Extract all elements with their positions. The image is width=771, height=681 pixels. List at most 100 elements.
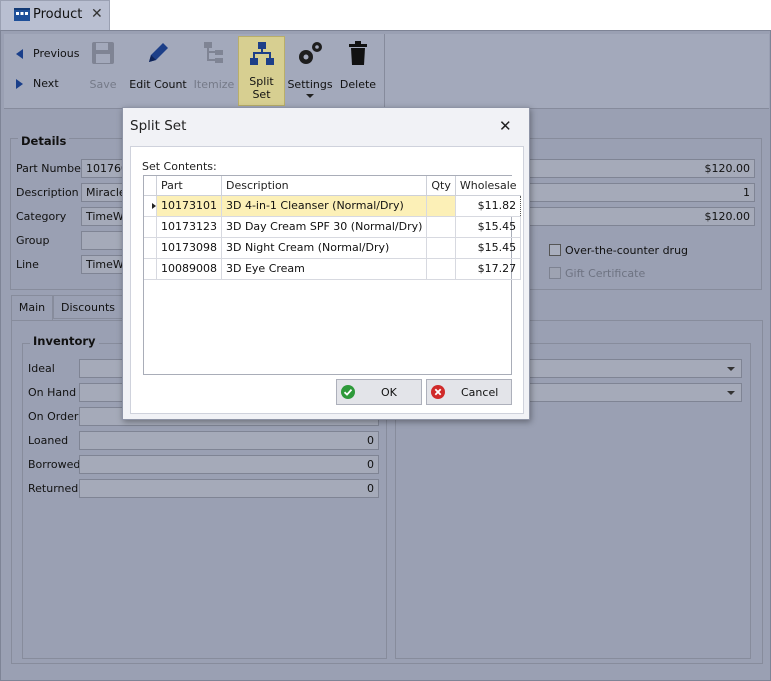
otc-drug-checkbox[interactable] [549,244,561,256]
gift-certificate-checkbox[interactable] [549,267,561,279]
split-label-line2: Set [252,88,271,101]
category-label: Category [16,210,67,223]
check-circle-icon [341,385,355,399]
table-row[interactable]: 10089008 3D Eye Cream $17.27 [144,257,522,280]
product-icon [14,8,30,22]
inventory-borrowed-field[interactable]: 0 [79,455,379,474]
dropdown-arrow-icon [306,94,314,98]
cell-description[interactable]: 3D Night Cream (Normal/Dry) [220,236,428,259]
row-indicator [144,257,157,280]
ribbon-toolbar: Previous Next Save Edit Count Itemize Sp… [4,34,769,109]
cell-description[interactable]: 3D Eye Cream [220,257,428,280]
cell-wholesale[interactable]: $15.45 [454,215,522,238]
column-qty[interactable]: Qty [426,176,456,196]
document-tab-strip [0,0,771,30]
itemize-button[interactable]: Itemize [193,40,235,100]
cell-part[interactable]: 10173123 [156,215,222,238]
cell-qty[interactable] [426,215,456,238]
delete-label: Delete [339,78,377,91]
ribbon-divider [384,34,385,109]
row-indicator [144,194,157,217]
itemize-icon [204,42,223,63]
group-label: Group [16,234,50,247]
edit-count-label: Edit Count [129,78,187,91]
table-row[interactable]: 10173101 3D 4-in-1 Cleanser (Normal/Dry)… [144,194,522,217]
split-set-dialog: Split Set ✕ Set Contents: Part Descripti… [122,107,530,420]
split-label-line1: Split [249,75,274,88]
row-indicator-header [144,176,157,196]
line-label: Line [16,258,39,271]
right-dropdown-1[interactable] [521,359,742,378]
previous-label: Previous [33,47,80,60]
details-title: Details [18,134,70,148]
gift-certificate-label: Gift Certificate [565,267,646,280]
arrow-left-icon [16,49,23,59]
cell-qty[interactable] [426,257,456,280]
edit-count-button[interactable]: Edit Count [128,40,188,100]
cell-description[interactable]: 3D Day Cream SPF 30 (Normal/Dry) [220,215,428,238]
cell-qty[interactable] [426,194,456,217]
total-field[interactable]: $120.00 [521,207,755,226]
itemize-label: Itemize [193,78,235,91]
cell-wholesale[interactable]: $11.82 [454,194,522,217]
ok-button[interactable]: OK [336,379,422,405]
tab-label: Product [33,7,83,22]
split-set-button[interactable]: Split Set [238,36,285,106]
quantity-field[interactable]: 1 [521,183,755,202]
table-row[interactable]: 10173098 3D Night Cream (Normal/Dry) $15… [144,236,522,259]
delete-button[interactable]: Delete [337,40,379,100]
close-icon[interactable]: ✕ [91,6,103,22]
arrow-right-icon [16,79,23,89]
cell-wholesale[interactable]: $17.27 [454,257,522,280]
column-description[interactable]: Description [220,176,428,196]
inventory-loaned-field[interactable]: 0 [79,431,379,450]
tab-product[interactable]: Product ✕ [0,0,110,30]
dialog-title: Split Set [130,118,187,134]
next-label: Next [33,77,59,90]
column-wholesale[interactable]: Wholesale [454,176,521,196]
tab-discounts[interactable]: Discounts [53,295,123,319]
inventory-on-hand-label: On Hand [28,386,77,399]
price-field[interactable]: $120.00 [521,159,755,178]
gears-icon [299,42,322,64]
save-button[interactable]: Save [84,40,122,100]
inventory-on-order-label: On Order [28,410,79,423]
settings-button[interactable]: Settings [286,40,334,106]
right-dropdown-2[interactable] [521,383,742,402]
cell-part[interactable]: 10173098 [156,236,222,259]
split-set-icon [249,42,274,65]
description-label: Description [16,186,79,199]
cell-wholesale[interactable]: $15.45 [454,236,522,259]
save-icon [92,42,114,64]
next-button[interactable]: Next [16,77,76,93]
dialog-body: Set Contents: Part Description Qty Whole… [130,146,524,414]
pencil-icon [149,43,168,62]
table-row[interactable]: 10173123 3D Day Cream SPF 30 (Normal/Dry… [144,215,522,238]
part-number-label: Part Number [16,162,86,175]
cell-part[interactable]: 10089008 [156,257,222,280]
set-contents-grid[interactable]: Part Description Qty Wholesale 10173101 … [143,175,522,375]
close-icon[interactable]: ✕ [499,117,512,135]
column-part[interactable]: Part [156,176,222,196]
current-row-icon [152,202,156,209]
inventory-borrowed-label: Borrowed [28,458,81,471]
cancel-label: Cancel [461,386,499,399]
row-indicator [144,236,157,259]
set-contents-label: Set Contents: [142,160,217,173]
previous-button[interactable]: Previous [16,47,86,63]
inventory-loaned-label: Loaned [28,434,69,447]
inventory-returned-field[interactable]: 0 [79,479,379,498]
inventory-ideal-label: Ideal [28,362,55,375]
row-indicator [144,215,157,238]
cancel-button[interactable]: Cancel [426,379,512,405]
tab-main[interactable]: Main [11,295,53,321]
cell-description[interactable]: 3D 4-in-1 Cleanser (Normal/Dry) [220,194,428,217]
trash-icon [349,41,367,65]
cancel-circle-icon [431,385,445,399]
cell-qty[interactable] [426,236,456,259]
ok-label: OK [381,386,397,399]
grid-header-row: Part Description Qty Wholesale [144,176,521,196]
cell-part[interactable]: 10173101 [156,194,222,217]
settings-label: Settings [287,78,333,91]
inventory-title: Inventory [30,334,99,348]
